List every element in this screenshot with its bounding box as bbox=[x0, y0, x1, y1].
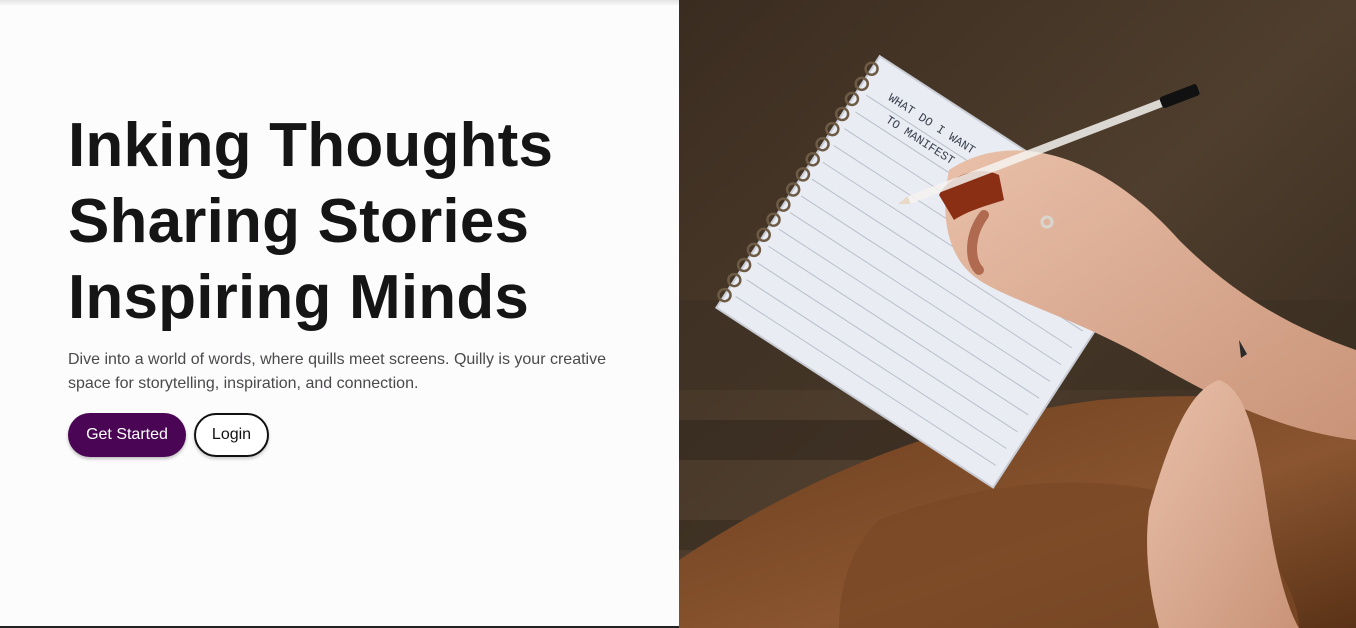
headline-line-3: Inspiring Minds bbox=[68, 263, 530, 332]
get-started-button[interactable]: Get Started bbox=[68, 413, 186, 457]
notebook-writing-photo: WHAT DO I WANT TO MANIFEST FOR MYSELF? bbox=[679, 0, 1356, 628]
headline-line-1: Inking Thoughts bbox=[68, 111, 554, 180]
top-shadow bbox=[0, 0, 679, 6]
login-button[interactable]: Login bbox=[194, 413, 269, 457]
headline-line-2: Sharing Stories bbox=[68, 187, 530, 256]
hero-description: Dive into a world of words, where quills… bbox=[68, 351, 606, 392]
landing-page: Inking Thoughts Sharing Stories Inspirin… bbox=[0, 0, 1356, 628]
hero-content: Inking Thoughts Sharing Stories Inspirin… bbox=[68, 108, 648, 457]
hero-actions: Get Started Login bbox=[68, 413, 648, 457]
hero-headline: Inking Thoughts Sharing Stories Inspirin… bbox=[68, 108, 648, 336]
hero-image: WHAT DO I WANT TO MANIFEST FOR MYSELF? bbox=[679, 0, 1356, 628]
